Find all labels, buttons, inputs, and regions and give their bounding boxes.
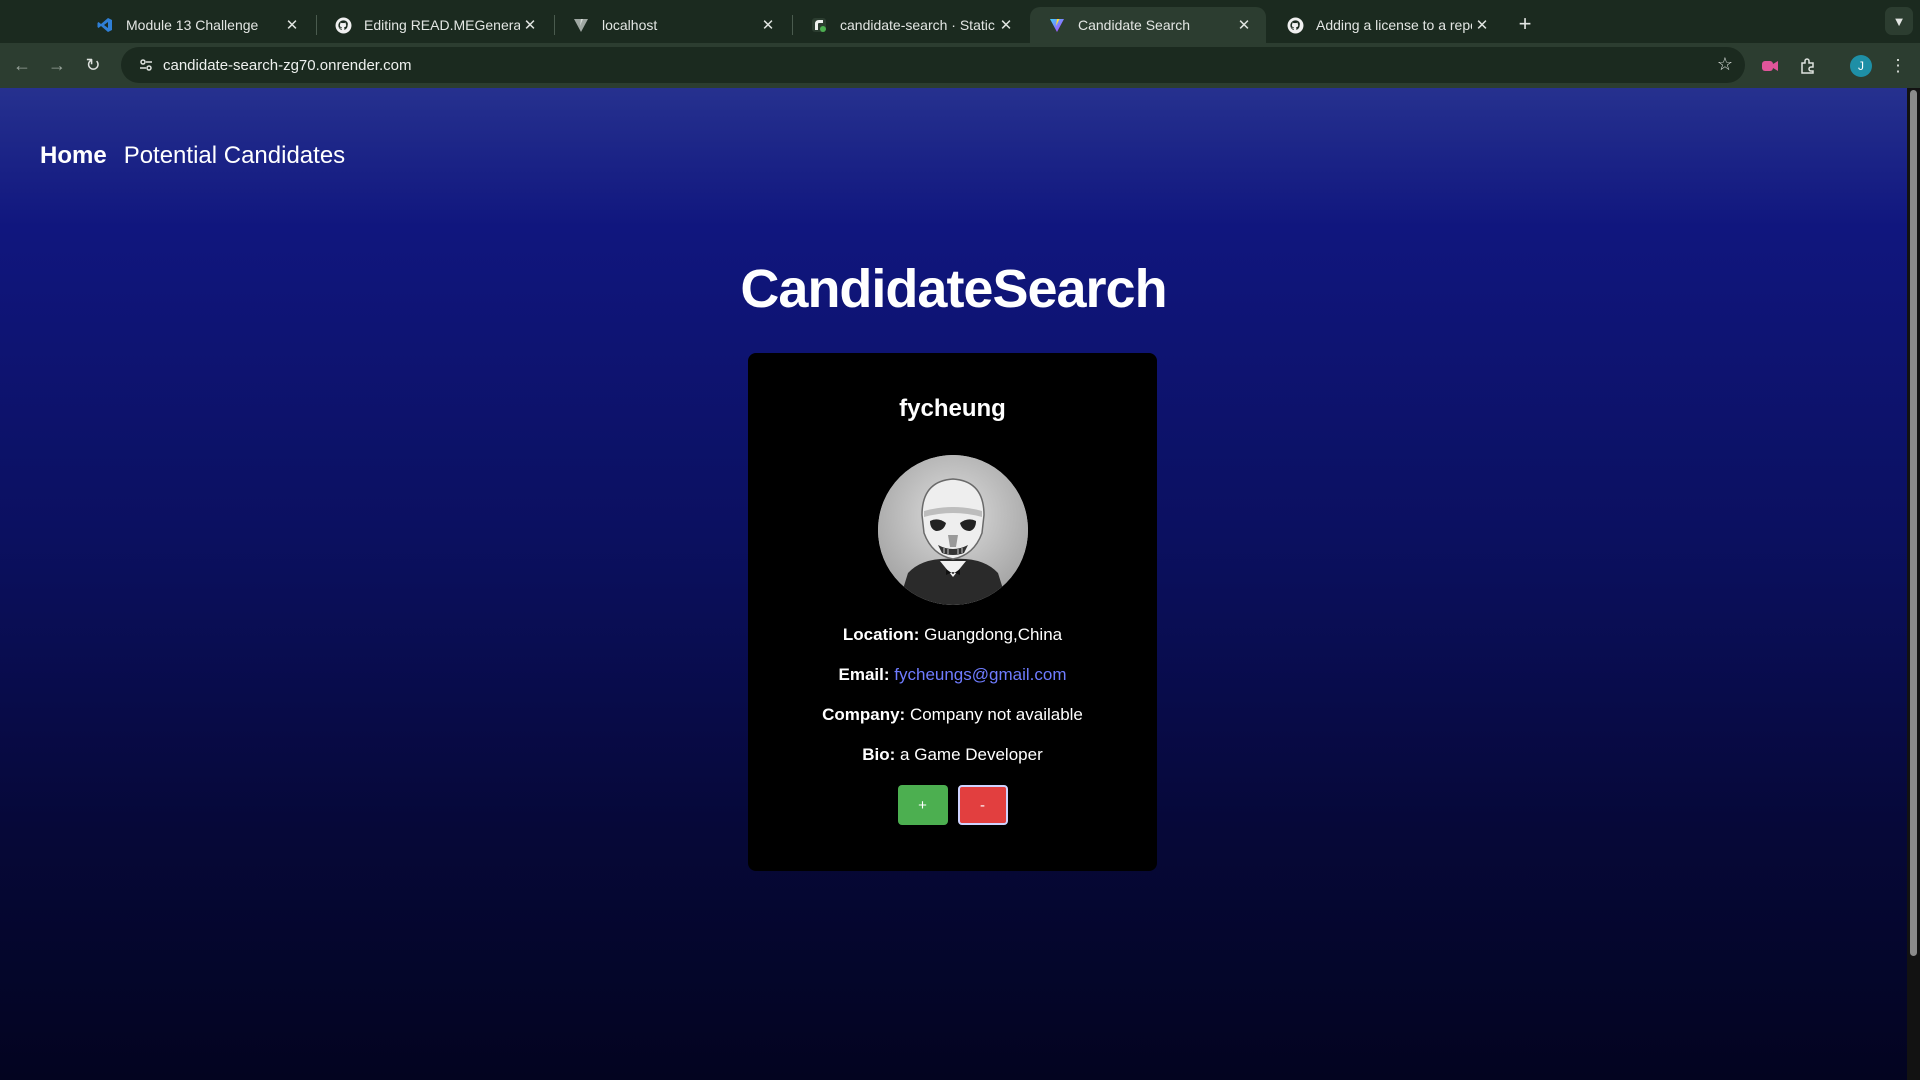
back-button[interactable]: ← — [6, 49, 38, 81]
github-icon — [334, 16, 352, 34]
tab-localhost[interactable]: localhost ✕ — [554, 7, 790, 43]
profile-initial: J — [1850, 55, 1872, 77]
reject-candidate-button[interactable]: - — [957, 785, 1008, 825]
candidate-details: Location: Guangdong,China Email: fycheun… — [748, 625, 1157, 765]
nav-home-link[interactable]: Home — [40, 142, 107, 170]
vite-icon — [572, 16, 590, 34]
scrollbar-thumb[interactable] — [1910, 90, 1917, 956]
tab-title: Candidate Search — [1078, 17, 1191, 33]
browser-toolbar: ← → ↻ candidate-search-zg70.onrender.com… — [0, 43, 1920, 88]
candidate-email-link[interactable]: fycheungs@gmail.com — [894, 665, 1066, 684]
candidate-bio: a Game Developer — [900, 745, 1043, 764]
github-icon — [1286, 16, 1304, 34]
candidate-login: fycheung — [899, 395, 1006, 422]
vite-icon — [1048, 16, 1066, 34]
company-label: Company: — [822, 705, 906, 724]
candidate-location: Guangdong,China — [924, 625, 1063, 644]
site-settings-icon[interactable] — [129, 57, 163, 73]
candidate-bio-row: Bio: a Game Developer — [748, 745, 1157, 765]
tab-module-13[interactable]: Module 13 Challenge ✕ — [78, 7, 314, 43]
tab-search-button[interactable]: ▼ — [1885, 7, 1913, 35]
new-tab-button[interactable]: + — [1510, 9, 1540, 39]
email-label: Email: — [838, 665, 890, 684]
forward-button[interactable]: → — [41, 49, 73, 81]
add-candidate-button[interactable]: + — [897, 785, 948, 825]
tab-title: Module 13 Challenge — [126, 17, 259, 33]
close-icon[interactable]: ✕ — [1472, 15, 1492, 35]
vscode-icon — [96, 16, 114, 34]
candidate-actions: + - — [748, 785, 1157, 825]
more-vertical-icon: ⋮ — [1889, 56, 1907, 75]
extension-record-icon[interactable] — [1757, 53, 1783, 79]
candidate-company-row: Company: Company not available — [748, 705, 1157, 725]
bio-label: Bio: — [862, 745, 896, 764]
reload-button[interactable]: ↻ — [77, 49, 109, 81]
extensions-puzzle-icon[interactable] — [1795, 53, 1821, 79]
page-viewport: Home Potential Candidates CandidateSearc… — [0, 88, 1907, 1080]
tab-render-static-site[interactable]: candidate-search · Static Si ✕ — [792, 7, 1028, 43]
arrow-right-icon: → — [48, 54, 66, 75]
url-text[interactable]: candidate-search-zg70.onrender.com — [163, 57, 411, 74]
browser-menu-button[interactable]: ⋮ — [1885, 53, 1911, 79]
candidate-company: Company not available — [909, 705, 1083, 724]
page-scrollbar[interactable] — [1907, 88, 1920, 1080]
candidate-email-row: Email: fycheungs@gmail.com — [748, 665, 1157, 685]
browser-tab-strip: Module 13 Challenge ✕ Editing READ.MEGen… — [0, 0, 1920, 43]
candidate-card: fycheung Location: Guangdong,China Email… — [748, 353, 1157, 871]
close-icon[interactable]: ✕ — [996, 15, 1016, 35]
tab-readme-generator[interactable]: Editing READ.MEGenerator/R ✕ — [316, 7, 552, 43]
tab-adding-license[interactable]: Adding a license to a reposito ✕ — [1268, 7, 1504, 43]
bookmark-star-icon[interactable]: ☆ — [1717, 54, 1733, 75]
nav-potential-candidates-link[interactable]: Potential Candidates — [124, 142, 345, 170]
address-bar[interactable]: candidate-search-zg70.onrender.com ☆ — [121, 47, 1745, 83]
tab-title: localhost — [602, 17, 658, 33]
tab-title: candidate-search · Static Si — [840, 17, 996, 33]
tab-title: Editing READ.MEGenerator/R — [364, 17, 520, 33]
render-icon — [810, 16, 828, 34]
close-icon[interactable]: ✕ — [520, 15, 540, 35]
page-title: CandidateSearch — [740, 259, 1167, 319]
close-icon[interactable]: ✕ — [282, 15, 302, 35]
tab-title: Adding a license to a reposito — [1316, 17, 1472, 33]
site-nav: Home Potential Candidates — [40, 142, 345, 170]
candidate-location-row: Location: Guangdong,China — [748, 625, 1157, 645]
close-icon[interactable]: ✕ — [1234, 15, 1254, 35]
candidate-avatar — [877, 455, 1028, 605]
profile-avatar[interactable]: J — [1848, 53, 1874, 79]
location-label: Location: — [842, 625, 920, 644]
stormtrooper-portrait-icon — [877, 455, 1028, 605]
tab-candidate-search[interactable]: Candidate Search ✕ — [1030, 7, 1266, 43]
arrow-left-icon: ← — [13, 54, 31, 75]
reload-icon: ↻ — [85, 54, 101, 75]
close-icon[interactable]: ✕ — [758, 15, 778, 35]
chevron-down-icon: ▼ — [1892, 13, 1906, 29]
